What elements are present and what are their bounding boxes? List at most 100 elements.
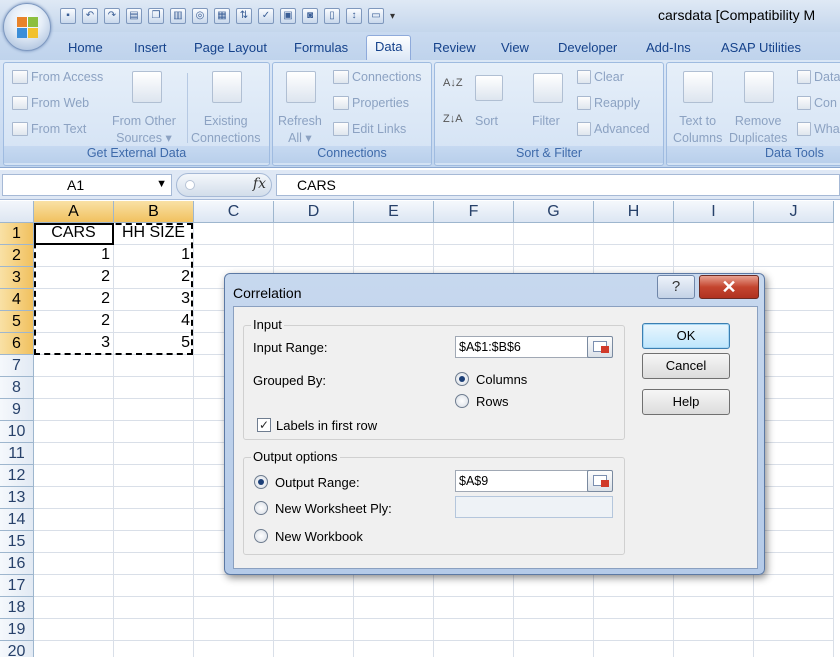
row-header-20[interactable]: 20	[0, 641, 34, 657]
column-header-b[interactable]: B	[114, 201, 194, 223]
empty-cell[interactable]	[594, 245, 674, 267]
empty-cell[interactable]	[594, 641, 674, 657]
empty-cell[interactable]	[594, 575, 674, 597]
what-if-button[interactable]: Wha	[797, 122, 840, 136]
empty-cell[interactable]	[754, 377, 834, 399]
cell-b4[interactable]: 3	[114, 289, 194, 311]
connections-button[interactable]: Connections	[333, 70, 422, 84]
chart-icon[interactable]: ▥	[170, 8, 186, 24]
empty-cell[interactable]	[434, 223, 514, 245]
empty-cell[interactable]	[434, 245, 514, 267]
empty-cell[interactable]	[194, 619, 274, 641]
row-header-11[interactable]: 11	[0, 443, 34, 465]
refresh-all-button[interactable]: Refresh All ▾	[278, 113, 322, 147]
empty-cell[interactable]	[114, 575, 194, 597]
new-worksheet-ply-field[interactable]	[455, 496, 613, 518]
collapse-dialog-button[interactable]	[587, 470, 613, 492]
cell-a3[interactable]: 2	[34, 267, 114, 289]
empty-cell[interactable]	[514, 223, 594, 245]
collapse-dialog-button[interactable]	[587, 336, 613, 358]
tab-view[interactable]: View	[501, 37, 529, 60]
consolidate-button[interactable]: Con	[797, 96, 837, 110]
formula-input[interactable]: CARS	[276, 174, 840, 196]
empty-cell[interactable]	[754, 619, 834, 641]
empty-cell[interactable]	[34, 443, 114, 465]
office-button[interactable]	[3, 3, 51, 51]
column-header-e[interactable]: E	[354, 201, 434, 223]
empty-cell[interactable]	[754, 465, 834, 487]
tab-home[interactable]: Home	[68, 37, 103, 60]
empty-cell[interactable]	[114, 443, 194, 465]
column-header-f[interactable]: F	[434, 201, 514, 223]
empty-cell[interactable]	[754, 487, 834, 509]
copy-icon[interactable]: ❐	[148, 8, 164, 24]
empty-cell[interactable]	[274, 223, 354, 245]
row-header-17[interactable]: 17	[0, 575, 34, 597]
empty-cell[interactable]	[34, 575, 114, 597]
empty-cell[interactable]	[674, 575, 754, 597]
labels-first-row-checkbox[interactable]: ✓	[257, 418, 271, 432]
empty-cell[interactable]	[754, 575, 834, 597]
empty-cell[interactable]	[354, 245, 434, 267]
empty-cell[interactable]	[754, 311, 834, 333]
empty-cell[interactable]	[114, 487, 194, 509]
tab-page-layout[interactable]: Page Layout	[194, 37, 267, 60]
row-header-12[interactable]: 12	[0, 465, 34, 487]
empty-cell[interactable]	[34, 619, 114, 641]
column-header-c[interactable]: C	[194, 201, 274, 223]
column-header-d[interactable]: D	[274, 201, 354, 223]
output-range-field[interactable]: $A$9	[455, 470, 589, 492]
empty-cell[interactable]	[674, 245, 754, 267]
new-worksheet-ply-radio[interactable]	[254, 501, 268, 515]
tab-review[interactable]: Review	[433, 37, 476, 60]
empty-cell[interactable]	[594, 597, 674, 619]
empty-cell[interactable]	[514, 245, 594, 267]
empty-cell[interactable]	[34, 465, 114, 487]
row-header-18[interactable]: 18	[0, 597, 34, 619]
row-header-15[interactable]: 15	[0, 531, 34, 553]
help-icon[interactable]: ?	[657, 275, 695, 299]
row-header-3[interactable]: 3	[0, 267, 34, 289]
clear-button[interactable]: Clear	[577, 70, 624, 84]
empty-cell[interactable]	[114, 509, 194, 531]
output-range-radio[interactable]	[254, 475, 268, 489]
cell-a6[interactable]: 3	[34, 333, 114, 355]
empty-cell[interactable]	[754, 553, 834, 575]
filter-sort-icon[interactable]: ↕	[346, 8, 362, 24]
row-header-1[interactable]: 1	[0, 223, 34, 245]
empty-cell[interactable]	[514, 597, 594, 619]
expand-handle-icon[interactable]	[185, 180, 195, 190]
empty-cell[interactable]	[754, 355, 834, 377]
empty-cell[interactable]	[114, 597, 194, 619]
empty-cell[interactable]	[114, 553, 194, 575]
customize-qat-icon[interactable]: ▾	[390, 11, 395, 22]
name-box[interactable]: A1 ▼	[2, 174, 172, 196]
empty-cell[interactable]	[754, 399, 834, 421]
empty-cell[interactable]	[194, 245, 274, 267]
cell-b5[interactable]: 4	[114, 311, 194, 333]
empty-cell[interactable]	[594, 223, 674, 245]
sort-az-icon[interactable]: A↓Z	[443, 77, 463, 89]
tab-add-ins[interactable]: Add-Ins	[646, 37, 691, 60]
empty-cell[interactable]	[434, 597, 514, 619]
text-to-columns-button[interactable]: Text to Columns	[673, 113, 722, 147]
empty-cell[interactable]	[754, 531, 834, 553]
from-text-button[interactable]: From Text	[12, 122, 86, 136]
edit-links-button[interactable]: Edit Links	[333, 122, 406, 136]
empty-cell[interactable]	[114, 531, 194, 553]
empty-cell[interactable]	[754, 267, 834, 289]
row-header-9[interactable]: 9	[0, 399, 34, 421]
empty-cell[interactable]	[34, 641, 114, 657]
empty-cell[interactable]	[514, 575, 594, 597]
row-header-14[interactable]: 14	[0, 509, 34, 531]
empty-cell[interactable]	[274, 245, 354, 267]
cell-a5[interactable]: 2	[34, 311, 114, 333]
cell-a1[interactable]: CARS	[34, 223, 114, 245]
insert-function-icon[interactable]: fx	[253, 176, 266, 192]
empty-cell[interactable]	[354, 575, 434, 597]
cell-b2[interactable]: 1	[114, 245, 194, 267]
row-header-19[interactable]: 19	[0, 619, 34, 641]
empty-cell[interactable]	[354, 619, 434, 641]
existing-connections-button[interactable]: Existing Connections	[191, 113, 261, 147]
redo-icon[interactable]: ↷	[104, 8, 120, 24]
